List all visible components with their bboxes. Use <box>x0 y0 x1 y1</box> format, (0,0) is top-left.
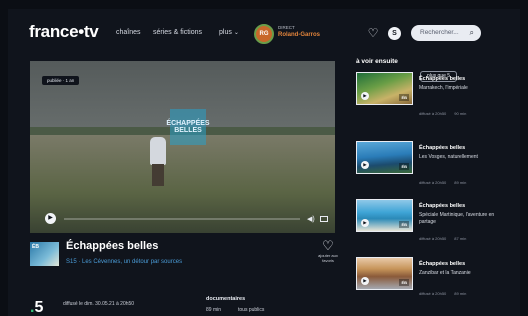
programme-logo-chip: ÉB <box>399 279 409 286</box>
publication-tag: publiée · 1 an <box>42 76 80 85</box>
channel-number: 5 <box>34 299 44 316</box>
up-next-thumbnail[interactable]: ▶ ÉB <box>356 141 413 174</box>
add-to-favorites-button[interactable]: ♡ ajouter aux favoris <box>314 238 342 263</box>
top-header: france•tv chaînes séries & fictions plus… <box>8 9 520 59</box>
live-event-badge[interactable]: RG <box>254 24 274 44</box>
play-icon: ▶ <box>361 277 369 285</box>
programme-logo-chip: ÉB <box>399 163 409 170</box>
up-next-broadcast: diffusé à 20h50 <box>419 291 447 296</box>
nav-item-plus[interactable]: plus ⌄ <box>219 29 239 36</box>
up-next-title-text: Échappées belles <box>419 76 466 82</box>
programme-title: Échappées belles <box>66 240 159 252</box>
heart-icon: ♡ <box>322 238 334 253</box>
audience-label: tous publics <box>238 307 265 313</box>
fullscreen-icon[interactable] <box>320 216 328 222</box>
up-next-subtitle: Spéciale Martinique, l'aventure en parta… <box>419 212 495 225</box>
play-icon: ▶ <box>361 92 369 100</box>
up-next-title-text: Échappées belles <box>419 203 466 209</box>
up-next-thumbnail[interactable]: ▶ ÉB <box>356 257 413 290</box>
video-frame-person-legs <box>152 164 164 186</box>
programme-logo-overlay: ÉCHAPPÉES BELLES <box>166 109 210 145</box>
up-next-duration: 89 min <box>454 180 467 185</box>
add-to-favorites-label: ajouter aux favoris <box>318 253 338 263</box>
up-next-meta: diffusé à 20h50 87 min <box>419 236 466 241</box>
search-placeholder: Rechercher... <box>420 29 459 36</box>
volume-icon[interactable]: ◀) <box>307 215 315 223</box>
search-input[interactable]: Rechercher... ⌕ <box>411 25 481 41</box>
progress-bar[interactable] <box>64 218 300 220</box>
up-next-item[interactable]: ▶ ÉB Échappées belles Spéciale Martiniqu… <box>356 199 520 249</box>
up-next-duration: 87 min <box>454 236 467 241</box>
up-next-item[interactable]: ▶ ÉB Échappées belles Marrakech, l'impér… <box>356 72 520 122</box>
favorites-heart-icon[interactable]: ♡ <box>366 26 380 40</box>
up-next-title: à voir ensuite <box>356 58 398 65</box>
play-icon: ▶ <box>361 161 369 169</box>
search-icon: ⌕ <box>469 28 474 37</box>
up-next-meta: diffusé à 20h50 89 min <box>419 180 466 185</box>
video-frame-person <box>150 137 166 165</box>
up-next-item[interactable]: ▶ ÉB Échappées belles Les Vosges, nature… <box>356 141 520 191</box>
france-tv-logo[interactable]: france•tv <box>29 22 99 42</box>
up-next-duration: 89 min <box>454 291 467 296</box>
up-next-subtitle: Zanzibar et la Tanzanie <box>419 270 471 276</box>
genre-label[interactable]: documentaires <box>206 296 245 302</box>
duration-label: 89 min <box>206 307 222 313</box>
nav-item-chaines[interactable]: chaînes <box>116 29 141 36</box>
episode-subtitle[interactable]: S15 · Les Cévennes, un détour par source… <box>66 259 182 265</box>
video-player[interactable]: ÉCHAPPÉES BELLES publiée · 1 an ▶ ◀) <box>30 61 335 233</box>
user-account-icon[interactable]: S <box>388 27 401 40</box>
up-next-title-text: Échappées belles <box>419 261 466 267</box>
up-next-broadcast: diffusé à 20h50 <box>419 236 447 241</box>
up-next-meta: diffusé à 20h50 89 min <box>419 291 466 296</box>
nav-item-plus-label: plus <box>219 29 232 36</box>
up-next-broadcast: diffusé à 20h50 <box>419 180 447 185</box>
up-next-meta: diffusé à 20h50 90 min <box>419 111 466 116</box>
play-icon: ▶ <box>361 219 369 227</box>
up-next-broadcast: diffusé à 20h50 <box>419 111 447 116</box>
broadcast-info: diffusé le dim. 30.05.21 à 20h50 <box>63 301 135 307</box>
up-next-title-text: Échappées belles <box>419 145 466 151</box>
live-label: DIRECT <box>278 25 295 30</box>
up-next-item[interactable]: ▶ ÉB Échappées belles Zanzibar et la Tan… <box>356 257 520 307</box>
nav-item-series-fictions[interactable]: séries & fictions <box>153 29 202 36</box>
up-next-subtitle: Les Vosges, naturellement <box>419 154 478 160</box>
up-next-thumbnail[interactable]: ▶ ÉB <box>356 199 413 232</box>
up-next-thumbnail[interactable]: ▶ ÉB <box>356 72 413 105</box>
live-event-title[interactable]: Roland-Garros <box>278 32 320 38</box>
up-next-duration: 90 min <box>454 111 467 116</box>
chevron-down-icon: ⌄ <box>233 30 239 36</box>
app-frame: france•tv chaînes séries & fictions plus… <box>8 9 520 316</box>
programme-thumbnail[interactable]: ÉB <box>30 242 59 266</box>
play-icon[interactable]: ▶ <box>45 213 56 224</box>
programme-logo-chip: ÉB <box>399 94 409 101</box>
up-next-subtitle: Marrakech, l'impériale <box>419 85 468 91</box>
programme-logo-chip: ÉB <box>399 221 409 228</box>
channel-logo[interactable]: .5 <box>30 299 43 316</box>
